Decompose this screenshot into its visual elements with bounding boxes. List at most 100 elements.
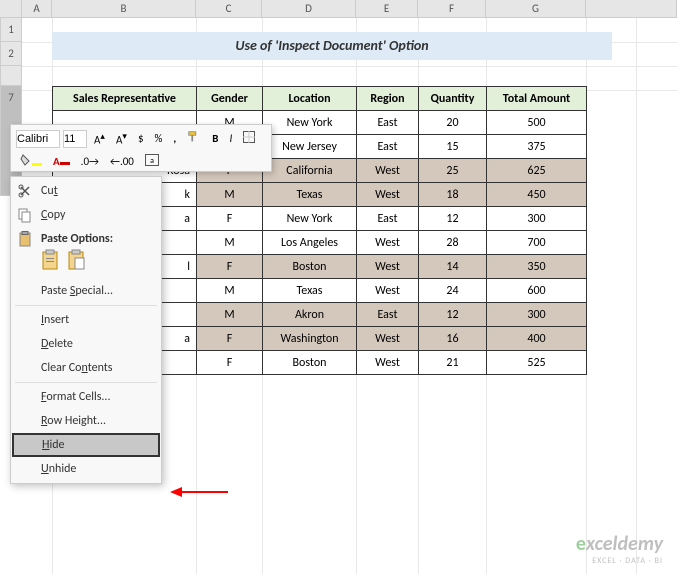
cell-location[interactable]: New Jersey — [263, 135, 357, 159]
menu-delete[interactable]: Delete — [11, 332, 161, 356]
cell-amt[interactable]: 625 — [487, 159, 587, 183]
menu-paste-special[interactable]: Paste Special... — [11, 279, 161, 303]
cell-amt[interactable]: 375 — [487, 135, 587, 159]
increase-font-icon[interactable]: A▴ — [90, 129, 109, 149]
cell-qty[interactable]: 25 — [419, 159, 487, 183]
cell-amt[interactable]: 700 — [487, 231, 587, 255]
cell-region[interactable]: East — [357, 135, 419, 159]
percent-format-icon[interactable]: % — [151, 130, 167, 147]
cell-region[interactable]: East — [357, 111, 419, 135]
increase-decimal-icon[interactable]: ←.00 — [106, 153, 138, 170]
col-header-E[interactable]: E — [356, 0, 418, 17]
cell-location[interactable]: New York — [263, 207, 357, 231]
cell-location[interactable]: Washington — [263, 327, 357, 351]
row-header-2[interactable]: 2 — [0, 42, 22, 66]
cell-gender[interactable]: M — [197, 279, 263, 303]
borders-icon[interactable] — [239, 129, 259, 148]
row-header-1[interactable]: 1 — [0, 18, 22, 42]
cell-location[interactable]: Texas — [263, 279, 357, 303]
cell-qty[interactable]: 12 — [419, 303, 487, 327]
menu-unhide[interactable]: Unhide — [11, 457, 161, 481]
cell-region[interactable]: West — [357, 351, 419, 375]
cell-qty[interactable]: 16 — [419, 327, 487, 351]
cell-amt[interactable]: 525 — [487, 351, 587, 375]
cell-region[interactable]: West — [357, 231, 419, 255]
col-amt[interactable]: Total Amount — [487, 87, 587, 111]
col-gender[interactable]: Gender — [197, 87, 263, 111]
col-qty[interactable]: Quantity — [419, 87, 487, 111]
col-header-A[interactable]: A — [22, 0, 52, 17]
cell-location[interactable]: Los Angeles — [263, 231, 357, 255]
menu-clear-contents[interactable]: Clear Contents — [11, 356, 161, 380]
cell-qty[interactable]: 20 — [419, 111, 487, 135]
cell-qty[interactable]: 15 — [419, 135, 487, 159]
font-color-icon[interactable]: A — [49, 153, 74, 170]
merge-center-icon[interactable]: a — [141, 152, 163, 171]
col-header-D[interactable]: D — [262, 0, 356, 17]
cell-amt[interactable]: 400 — [487, 327, 587, 351]
cell-region[interactable]: East — [357, 207, 419, 231]
decrease-font-icon[interactable]: A▾ — [112, 129, 131, 149]
cell-location[interactable]: California — [263, 159, 357, 183]
cell-amt[interactable]: 300 — [487, 303, 587, 327]
italic-button[interactable]: I — [225, 130, 236, 147]
menu-copy[interactable]: Copy — [11, 203, 161, 227]
col-header-B[interactable]: B — [52, 0, 196, 17]
cell-location[interactable]: New York — [263, 111, 357, 135]
accounting-format-icon[interactable]: $ — [134, 130, 148, 147]
menu-hide[interactable]: Hide — [12, 433, 160, 457]
col-header-F[interactable]: F — [418, 0, 486, 17]
format-painter-icon[interactable] — [183, 128, 205, 149]
menu-insert[interactable]: Insert — [11, 308, 161, 332]
col-header-corner[interactable] — [0, 0, 22, 17]
decrease-decimal-icon[interactable]: .0→ — [77, 153, 103, 170]
cell-gender[interactable]: F — [197, 255, 263, 279]
cell-amt[interactable]: 350 — [487, 255, 587, 279]
cell-qty[interactable]: 28 — [419, 231, 487, 255]
cell-amt[interactable]: 500 — [487, 111, 587, 135]
cell-region[interactable]: East — [357, 303, 419, 327]
fill-color-icon[interactable] — [16, 152, 46, 171]
cell-region[interactable]: West — [357, 183, 419, 207]
menu-row-height[interactable]: Row Height... — [11, 409, 161, 433]
cell-qty[interactable]: 12 — [419, 207, 487, 231]
cell-gender[interactable]: M — [197, 183, 263, 207]
comma-format-icon[interactable]: , — [169, 130, 180, 147]
cell-region[interactable]: West — [357, 159, 419, 183]
separator — [15, 305, 157, 306]
watermark: exceldemy EXCEL · DATA · BI — [576, 532, 663, 566]
col-header-G[interactable]: G — [486, 0, 586, 17]
cell-gender[interactable]: F — [197, 351, 263, 375]
cell-gender[interactable]: F — [197, 207, 263, 231]
col-rep[interactable]: Sales Representative — [53, 87, 197, 111]
cell-region[interactable]: West — [357, 327, 419, 351]
cell-location[interactable]: Boston — [263, 351, 357, 375]
font-select[interactable] — [16, 130, 60, 148]
paste-icon[interactable] — [41, 249, 61, 275]
col-region[interactable]: Region — [357, 87, 419, 111]
cell-location[interactable]: Boston — [263, 255, 357, 279]
cell-amt[interactable]: 600 — [487, 279, 587, 303]
cell-gender[interactable]: F — [197, 327, 263, 351]
bold-button[interactable]: B — [208, 130, 222, 147]
table-header-row: Sales Representative Gender Location Reg… — [53, 87, 587, 111]
menu-format-cells[interactable]: Format Cells... — [11, 385, 161, 409]
cell-location[interactable]: Akron — [263, 303, 357, 327]
cell-region[interactable]: West — [357, 255, 419, 279]
cell-amt[interactable]: 450 — [487, 183, 587, 207]
cell-amt[interactable]: 300 — [487, 207, 587, 231]
col-location[interactable]: Location — [263, 87, 357, 111]
cell-location[interactable]: Texas — [263, 183, 357, 207]
cell-qty[interactable]: 24 — [419, 279, 487, 303]
cell-qty[interactable]: 21 — [419, 351, 487, 375]
cell-qty[interactable]: 18 — [419, 183, 487, 207]
paste-special-icon[interactable] — [67, 249, 87, 275]
cell-region[interactable]: West — [357, 279, 419, 303]
context-menu: Cut Copy Paste Options: Paste Special...… — [10, 176, 162, 484]
menu-cut[interactable]: Cut — [11, 179, 161, 203]
cell-qty[interactable]: 14 — [419, 255, 487, 279]
cell-gender[interactable]: M — [197, 231, 263, 255]
cell-gender[interactable]: M — [197, 303, 263, 327]
font-size-select[interactable] — [63, 130, 87, 148]
col-header-C[interactable]: C — [196, 0, 262, 17]
